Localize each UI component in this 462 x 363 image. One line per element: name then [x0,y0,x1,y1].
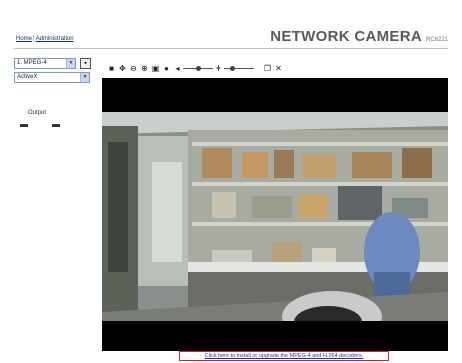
stream-select-value: 1. MPEG-4 [17,60,47,66]
stream-select[interactable]: 1. MPEG-4 ▼ [14,58,76,69]
output-on-button[interactable] [52,124,60,127]
camera-page: Home|Administration NETWORK CAMERA RC822… [0,0,462,363]
chevron-down-icon[interactable]: ▼ [66,59,75,68]
stop-icon[interactable]: ■ [106,63,117,74]
viewer-select-value: ActiveX [17,74,38,80]
live-video-view[interactable] [102,78,448,351]
volume-knob[interactable] [196,65,201,71]
record-icon[interactable]: ● [161,63,172,74]
mic-volume-knob[interactable] [230,65,235,71]
viewer-select[interactable]: ActiveX ▼ [14,72,90,83]
product-title: NETWORK CAMERA [270,28,422,45]
top-navigation: Home|Administration [16,36,74,42]
administration-link[interactable]: Administration [36,36,74,42]
home-link[interactable]: Home [16,36,32,42]
stream-settings-button[interactable]: ▪ [80,58,91,69]
pan-icon[interactable]: ✥ [117,63,128,74]
output-label: Output [28,110,47,116]
mic-volume-slider[interactable] [224,63,254,74]
chevron-down-icon[interactable]: ▼ [80,73,89,82]
zoom-out-icon[interactable]: ⊖ [128,63,139,74]
volume-slider[interactable] [183,63,213,74]
brand-header: NETWORK CAMERA RC8221 [270,28,448,45]
header-divider [14,48,448,49]
mic-volume-track [224,67,254,69]
zoom-in-icon[interactable]: ⊕ [139,63,150,74]
settings-icon[interactable]: ✕ [273,63,284,74]
install-decoders-link[interactable]: Click here to install or upgrade the MPE… [179,351,389,361]
fullscreen-icon[interactable]: ❐ [262,63,273,74]
video-toolbar: ■ ✥ ⊖ ⊕ ▣ ● ◂ ǂ ❐ ✕ [106,62,284,74]
model-number: RC8221 [425,37,448,43]
camera-scene-image [102,112,448,321]
speaker-icon[interactable]: ◂ [172,63,183,74]
output-off-button[interactable] [20,124,28,127]
mic-icon[interactable]: ǂ [213,63,224,74]
snapshot-icon[interactable]: ▣ [150,63,161,74]
